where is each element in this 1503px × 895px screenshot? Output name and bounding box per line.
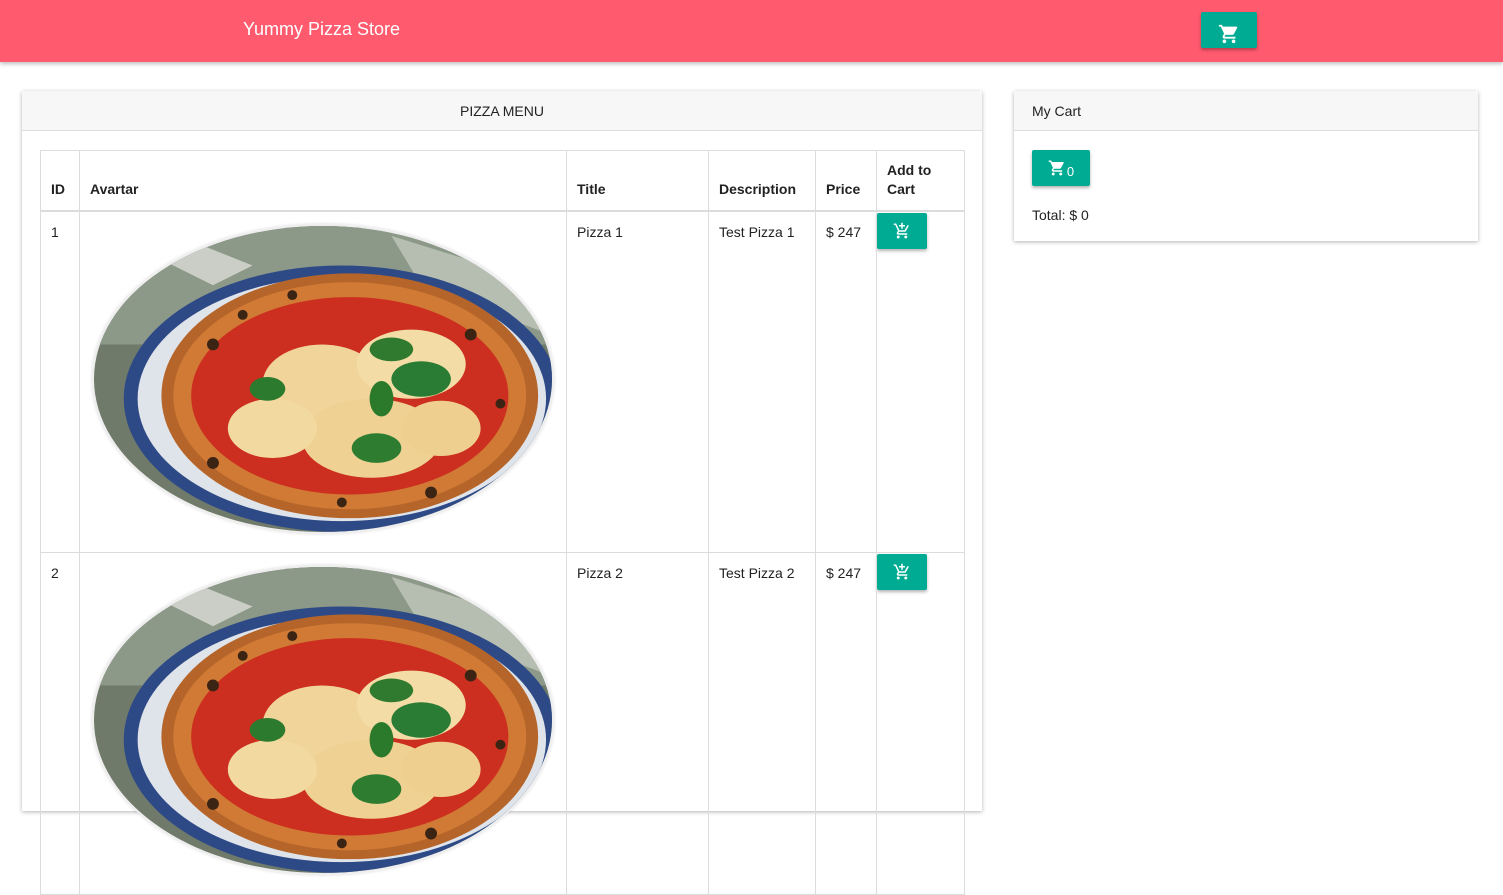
- cart-icon: [1048, 159, 1066, 177]
- pizza-id: 1: [40, 210, 80, 553]
- column-header-add-to-cart: Add to Cart: [876, 150, 965, 211]
- my-cart-card: My Cart 0 Total: $ 0: [1014, 91, 1478, 241]
- pizza-image: [92, 223, 554, 534]
- brand-title[interactable]: Yummy Pizza Store: [243, 19, 400, 40]
- pizza-description: Test Pizza 1: [708, 210, 816, 553]
- pizza-price: $ 247: [815, 210, 877, 553]
- pizza-description: Test Pizza 2: [708, 552, 816, 895]
- cart-total: Total: $ 0: [1032, 207, 1089, 223]
- top-navbar: Yummy Pizza Store: [0, 0, 1503, 62]
- pizza-avatar-cell: [79, 210, 567, 553]
- cart-icon: [1218, 23, 1240, 45]
- cart-title: My Cart: [1032, 102, 1081, 119]
- cart-count: 0: [1066, 164, 1075, 179]
- cart-card-header: My Cart: [1014, 91, 1478, 131]
- pizza-id: 2: [40, 552, 80, 895]
- pizza-image: [92, 565, 554, 875]
- pizza-menu-table: ID Avartar Title Description Price Add t…: [40, 150, 965, 895]
- pizza-avatar-cell: [79, 552, 567, 895]
- pizza-title: Pizza 1: [566, 210, 709, 553]
- header-cart-button[interactable]: [1201, 12, 1257, 48]
- add-to-cart-button[interactable]: [877, 554, 927, 590]
- table-header-row: ID Avartar Title Description Price Add t…: [40, 150, 965, 211]
- table-row: 2 Pizza 2 Test Pizza 2 $ 247: [40, 552, 965, 895]
- cart-count-button[interactable]: 0: [1032, 150, 1090, 186]
- add-to-cart-cell: [876, 210, 965, 553]
- add-to-cart-icon: [893, 222, 911, 240]
- pizza-menu-card: PIZZA MENU ID Avartar Title Description …: [22, 91, 982, 895]
- add-to-cart-icon: [893, 563, 911, 581]
- pizza-title: Pizza 2: [566, 552, 709, 895]
- column-header-description: Description: [708, 150, 816, 211]
- column-header-title: Title: [566, 150, 709, 211]
- menu-card-header: PIZZA MENU: [22, 91, 982, 131]
- menu-title: PIZZA MENU: [459, 102, 544, 119]
- add-to-cart-button[interactable]: [877, 212, 927, 249]
- column-header-avatar: Avartar: [79, 150, 567, 211]
- table-row: 1 Pizza 1 Test Pizza 1 $ 247: [40, 210, 965, 553]
- column-header-price: Price: [815, 150, 877, 211]
- column-header-id: ID: [40, 150, 80, 211]
- pizza-price: $ 247: [815, 552, 877, 895]
- add-to-cart-cell: [876, 552, 965, 895]
